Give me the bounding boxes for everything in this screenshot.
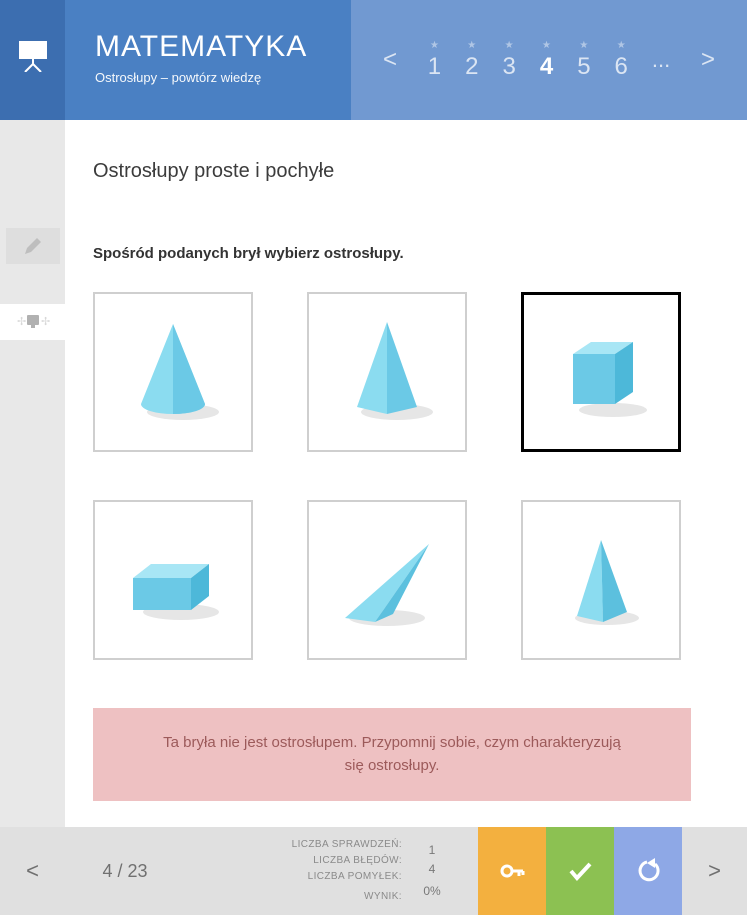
feedback-message: Ta bryła nie jest ostrosłupem. Przypomni…: [93, 708, 691, 801]
option-cone[interactable]: [93, 292, 253, 452]
logo-area: [0, 0, 65, 120]
option-cuboid[interactable]: [93, 500, 253, 660]
key-icon: [497, 856, 527, 886]
sidebar: ✢ ✢: [0, 120, 65, 827]
tri-pyramid-icon: [537, 516, 665, 644]
nav-page-1[interactable]: ★1: [428, 40, 441, 81]
section-title: Ostrosłupy proste i pochyłe: [93, 160, 747, 183]
pyramid-icon: [323, 308, 451, 436]
option-square-pyramid[interactable]: [307, 292, 467, 452]
footer-next-button[interactable]: >: [682, 827, 747, 915]
nav-ellipsis: ...: [652, 47, 670, 73]
header: MATEMATYKA Ostrosłupy – powtórz wiedzę <…: [0, 0, 747, 120]
check-button[interactable]: [546, 827, 614, 915]
nav-next-button[interactable]: >: [693, 38, 723, 82]
option-triangular-pyramid[interactable]: [521, 500, 681, 660]
svg-text:✢: ✢: [41, 316, 50, 328]
oblique-pyramid-icon: [323, 516, 451, 644]
page-nav: < ★1 ★2 ★3 ★4 ★5 ★6 ... >: [351, 0, 747, 120]
errors-value: 1: [402, 841, 462, 860]
checks-label: LICZBA SPRAWDZEŃ:: [292, 837, 402, 853]
presentation-icon: [16, 38, 50, 72]
nav-page-2[interactable]: ★2: [465, 40, 478, 81]
nav-page-5[interactable]: ★5: [577, 40, 590, 81]
board-tool-button[interactable]: ✢ ✢: [0, 304, 65, 340]
footer-stats: LICZBA SPRAWDZEŃ: LICZBA BŁĘDÓW: LICZBA …: [185, 827, 478, 915]
app-subtitle: Ostrosłupy – powtórz wiedzę: [95, 70, 351, 85]
nav-pages: ★1 ★2 ★3 ★4 ★5 ★6 ...: [428, 40, 671, 81]
score-value: 0%: [402, 882, 462, 901]
cube-icon: [538, 309, 664, 435]
nav-page-4[interactable]: ★4: [540, 40, 553, 81]
footer: < 4 / 23 LICZBA SPRAWDZEŃ: LICZBA BŁĘDÓW…: [0, 827, 747, 915]
nav-page-6[interactable]: ★6: [615, 40, 628, 81]
mistakes-value: 4: [402, 860, 462, 879]
main-content: Ostrosłupy proste i pochyłe Spośród poda…: [65, 120, 747, 827]
errors-label: LICZBA BŁĘDÓW:: [292, 853, 402, 869]
question-text: Spośród podanych brył wybierz ostrosłupy…: [93, 245, 719, 262]
score-label: WYNIK:: [292, 889, 402, 905]
nav-prev-button[interactable]: <: [375, 38, 405, 82]
board-icon: ✢ ✢: [13, 311, 53, 333]
reset-button[interactable]: [614, 827, 682, 915]
pencil-tool-button[interactable]: [6, 228, 60, 264]
progress-counter: 4 / 23: [65, 827, 185, 915]
mistakes-label: LICZBA POMYŁEK:: [292, 869, 402, 885]
nav-page-3[interactable]: ★3: [502, 40, 515, 81]
footer-prev-button[interactable]: <: [0, 827, 65, 915]
app-title: MATEMATYKA: [95, 30, 351, 64]
option-cube[interactable]: [521, 292, 681, 452]
cuboid-icon: [109, 516, 237, 644]
hint-button[interactable]: [478, 827, 546, 915]
option-oblique-pyramid[interactable]: [307, 500, 467, 660]
title-area: MATEMATYKA Ostrosłupy – powtórz wiedzę: [65, 0, 351, 120]
cone-icon: [109, 308, 237, 436]
svg-text:✢: ✢: [17, 316, 26, 328]
pencil-icon: [22, 235, 44, 257]
options-grid: [93, 292, 719, 660]
reset-icon: [633, 856, 663, 886]
check-icon: [565, 856, 595, 886]
